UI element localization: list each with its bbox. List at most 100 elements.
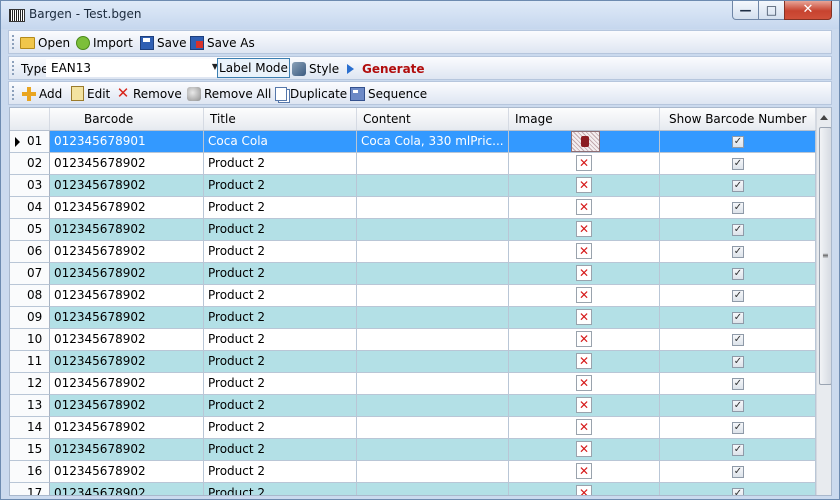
checkbox-icon[interactable]: ✓: [732, 444, 744, 456]
table-row[interactable]: 10 012345678902 Product 2 ✕ ✓: [10, 329, 816, 351]
missing-image-icon[interactable]: ✕: [576, 243, 592, 259]
show-barcode-number-cell[interactable]: ✓: [660, 263, 816, 285]
barcode-cell[interactable]: 012345678902: [50, 175, 204, 197]
missing-image-icon[interactable]: ✕: [576, 221, 592, 237]
label-mode-button[interactable]: Label Mode: [217, 58, 290, 78]
barcode-cell[interactable]: 012345678902: [50, 439, 204, 461]
show-barcode-number-cell[interactable]: ✓: [660, 241, 816, 263]
content-cell[interactable]: [357, 351, 509, 373]
row-header[interactable]: 09: [10, 307, 50, 329]
row-header[interactable]: 03: [10, 175, 50, 197]
generate-button[interactable]: Generate: [347, 60, 425, 77]
table-row[interactable]: 17 012345678902 Product 2 ✕ ✓: [10, 483, 816, 495]
maximize-button[interactable]: □: [758, 1, 785, 20]
table-row[interactable]: 02 012345678902 Product 2 ✕ ✓: [10, 153, 816, 175]
row-header[interactable]: 05: [10, 219, 50, 241]
show-barcode-number-cell[interactable]: ✓: [660, 197, 816, 219]
table-row[interactable]: 11 012345678902 Product 2 ✕ ✓: [10, 351, 816, 373]
barcode-cell[interactable]: 012345678902: [50, 461, 204, 483]
barcode-cell[interactable]: 012345678902: [50, 417, 204, 439]
image-cell[interactable]: ✕: [509, 241, 660, 263]
barcode-cell[interactable]: 012345678902: [50, 373, 204, 395]
image-cell[interactable]: ✕: [509, 373, 660, 395]
column-header-barcode[interactable]: Barcode: [50, 108, 204, 130]
table-row[interactable]: 14 012345678902 Product 2 ✕ ✓: [10, 417, 816, 439]
checkbox-icon[interactable]: ✓: [732, 356, 744, 368]
row-header[interactable]: 15: [10, 439, 50, 461]
content-cell[interactable]: [357, 285, 509, 307]
content-cell[interactable]: [357, 395, 509, 417]
table-row[interactable]: 03 012345678902 Product 2 ✕ ✓: [10, 175, 816, 197]
show-barcode-number-cell[interactable]: ✓: [660, 285, 816, 307]
checkbox-icon[interactable]: ✓: [732, 268, 744, 280]
content-cell[interactable]: Coca Cola, 330 mlPric...: [357, 131, 509, 153]
edit-button[interactable]: Edit: [71, 85, 110, 102]
image-cell[interactable]: ✕: [509, 197, 660, 219]
content-cell[interactable]: [357, 461, 509, 483]
save-as-button[interactable]: Save As: [190, 34, 255, 51]
title-cell[interactable]: Product 2: [204, 395, 357, 417]
column-header-title[interactable]: Title: [204, 108, 357, 130]
checkbox-icon[interactable]: ✓: [732, 246, 744, 258]
title-cell[interactable]: Product 2: [204, 175, 357, 197]
title-cell[interactable]: Product 2: [204, 483, 357, 495]
table-row[interactable]: 07 012345678902 Product 2 ✕ ✓: [10, 263, 816, 285]
image-cell[interactable]: ✕: [509, 219, 660, 241]
toolbar-grip[interactable]: [12, 61, 14, 76]
missing-image-icon[interactable]: ✕: [576, 375, 592, 391]
show-barcode-number-cell[interactable]: ✓: [660, 461, 816, 483]
column-header-show-barcode-number[interactable]: Show Barcode Number: [660, 108, 816, 130]
missing-image-icon[interactable]: ✕: [576, 397, 592, 413]
toolbar-grip[interactable]: [12, 35, 14, 50]
row-header[interactable]: 08: [10, 285, 50, 307]
show-barcode-number-cell[interactable]: ✓: [660, 395, 816, 417]
missing-image-icon[interactable]: ✕: [576, 199, 592, 215]
title-cell[interactable]: Product 2: [204, 417, 357, 439]
checkbox-icon[interactable]: ✓: [732, 422, 744, 434]
show-barcode-number-cell[interactable]: ✓: [660, 307, 816, 329]
title-cell[interactable]: Product 2: [204, 285, 357, 307]
add-button[interactable]: Add: [22, 85, 62, 102]
barcode-cell[interactable]: 012345678902: [50, 219, 204, 241]
title-cell[interactable]: Product 2: [204, 153, 357, 175]
image-cell[interactable]: ✕: [509, 395, 660, 417]
table-row[interactable]: 15 012345678902 Product 2 ✕ ✓: [10, 439, 816, 461]
content-cell[interactable]: [357, 219, 509, 241]
image-cell[interactable]: ✕: [509, 351, 660, 373]
checkbox-icon[interactable]: ✓: [732, 202, 744, 214]
row-header[interactable]: 04: [10, 197, 50, 219]
checkbox-icon[interactable]: ✓: [732, 488, 744, 495]
content-cell[interactable]: [357, 307, 509, 329]
row-header[interactable]: 17: [10, 483, 50, 495]
barcode-cell[interactable]: 012345678902: [50, 307, 204, 329]
image-cell[interactable]: ✕: [509, 483, 660, 495]
missing-image-icon[interactable]: ✕: [576, 265, 592, 281]
content-cell[interactable]: [357, 263, 509, 285]
barcode-cell[interactable]: 012345678902: [50, 483, 204, 495]
content-cell[interactable]: [357, 197, 509, 219]
duplicate-button[interactable]: Duplicate: [275, 85, 347, 102]
image-cell[interactable]: ✕: [509, 307, 660, 329]
missing-image-icon[interactable]: ✕: [576, 441, 592, 457]
row-header[interactable]: 02: [10, 153, 50, 175]
barcode-grid[interactable]: Barcode Title Content Image Show Barcode…: [9, 107, 832, 496]
missing-image-icon[interactable]: ✕: [576, 331, 592, 347]
scroll-up-icon[interactable]: [820, 115, 828, 120]
toolbar-grip[interactable]: [12, 86, 14, 101]
image-cell[interactable]: ✕: [509, 461, 660, 483]
barcode-cell[interactable]: 012345678902: [50, 153, 204, 175]
title-cell[interactable]: Product 2: [204, 307, 357, 329]
row-header[interactable]: 16: [10, 461, 50, 483]
row-header[interactable]: 10: [10, 329, 50, 351]
checkbox-icon[interactable]: ✓: [732, 378, 744, 390]
style-button[interactable]: Style: [292, 60, 339, 77]
import-button[interactable]: Import: [76, 34, 133, 51]
show-barcode-number-cell[interactable]: ✓: [660, 175, 816, 197]
title-cell[interactable]: Coca Cola: [204, 131, 357, 153]
content-cell[interactable]: [357, 153, 509, 175]
barcode-cell[interactable]: 012345678902: [50, 351, 204, 373]
row-header[interactable]: 06: [10, 241, 50, 263]
show-barcode-number-cell[interactable]: ✓: [660, 153, 816, 175]
remove-all-button[interactable]: Remove All: [187, 85, 271, 102]
checkbox-icon[interactable]: ✓: [732, 312, 744, 324]
